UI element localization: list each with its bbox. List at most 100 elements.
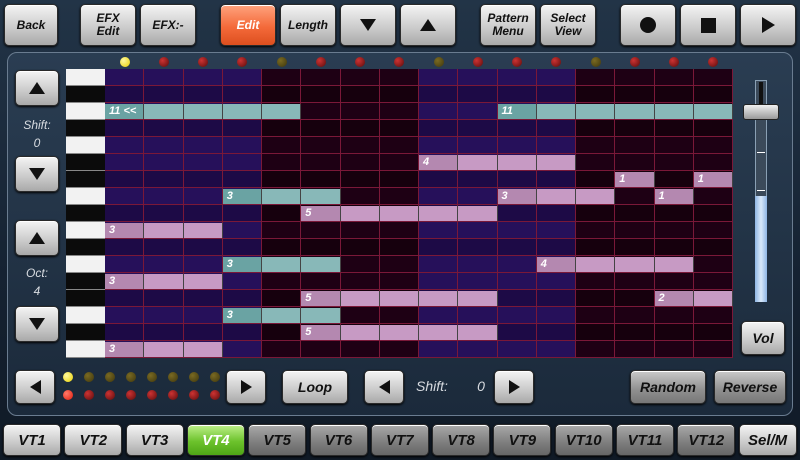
note-block[interactable] (183, 342, 223, 357)
grid-cell[interactable] (262, 341, 302, 358)
grid-cell[interactable] (576, 307, 616, 324)
piano-key[interactable] (66, 273, 105, 290)
grid-cell[interactable] (262, 290, 302, 307)
note-block[interactable] (301, 308, 341, 323)
grid-cell[interactable] (379, 239, 419, 256)
note-block[interactable] (379, 325, 419, 340)
grid-cell[interactable] (144, 290, 184, 307)
note-block[interactable] (419, 206, 459, 221)
grid-cell[interactable] (458, 222, 498, 239)
grid-cell[interactable] (105, 256, 145, 273)
grid-cell[interactable] (497, 256, 537, 273)
grid-cell[interactable] (222, 324, 262, 341)
note-block[interactable] (615, 104, 655, 119)
grid-cell[interactable] (144, 86, 184, 103)
back-button[interactable]: Back (4, 4, 58, 46)
grid-cell[interactable] (222, 273, 262, 290)
grid-cell[interactable] (615, 137, 655, 154)
note-block[interactable]: 3 (222, 257, 262, 272)
piano-key[interactable] (66, 307, 105, 324)
grid-cell[interactable] (379, 273, 419, 290)
note-block[interactable] (576, 189, 616, 204)
piano-key[interactable] (66, 188, 105, 205)
select-view-button[interactable]: Select View (540, 4, 596, 46)
grid-cell[interactable] (497, 222, 537, 239)
note-block[interactable] (144, 104, 184, 119)
note-block[interactable]: 1 (615, 172, 655, 187)
note-block[interactable] (576, 257, 616, 272)
piano-key[interactable] (66, 239, 105, 256)
grid-cell[interactable] (615, 154, 655, 171)
grid-cell[interactable] (458, 256, 498, 273)
piano-key[interactable] (66, 103, 105, 120)
track-tab-vt12[interactable]: VT12 (677, 424, 736, 456)
grid-cell[interactable] (693, 307, 733, 324)
efx-select-button[interactable]: EFX:- (140, 4, 196, 46)
grid-cell[interactable] (458, 137, 498, 154)
grid-cell[interactable] (654, 86, 694, 103)
grid-cell[interactable] (654, 120, 694, 137)
grid-cell[interactable] (222, 137, 262, 154)
grid-cell[interactable] (576, 120, 616, 137)
note-block[interactable] (183, 274, 223, 289)
grid-cell[interactable] (536, 341, 576, 358)
grid-cell[interactable] (301, 341, 341, 358)
grid-cell[interactable] (654, 154, 694, 171)
note-block[interactable] (301, 189, 341, 204)
piano-roll-grid[interactable]: 11 << 11 4 1 1 3 3 1 5 3 3 4 3 5 2 3 5 3 (105, 69, 733, 358)
note-block[interactable] (340, 291, 380, 306)
grid-cell[interactable] (497, 324, 537, 341)
grid-cell[interactable] (340, 171, 380, 188)
grid-cell[interactable] (615, 239, 655, 256)
track-tab-vt10[interactable]: VT10 (554, 424, 613, 456)
grid-cell[interactable] (262, 69, 302, 86)
note-block[interactable]: 11 (497, 104, 537, 119)
grid-cell[interactable] (458, 307, 498, 324)
grid-cell[interactable] (105, 205, 145, 222)
reverse-button[interactable]: Reverse (714, 370, 786, 404)
grid-cell[interactable] (654, 171, 694, 188)
grid-cell[interactable] (301, 120, 341, 137)
grid-cell[interactable] (615, 324, 655, 341)
piano-key[interactable] (66, 120, 105, 137)
grid-cell[interactable] (419, 120, 459, 137)
grid-cell[interactable] (615, 341, 655, 358)
grid-cell[interactable] (105, 154, 145, 171)
grid-cell[interactable] (379, 341, 419, 358)
grid-cell[interactable] (419, 86, 459, 103)
grid-cell[interactable] (183, 120, 223, 137)
note-block[interactable] (419, 291, 459, 306)
grid-cell[interactable] (105, 239, 145, 256)
track-tab-vt8[interactable]: VT8 (432, 424, 491, 456)
pattern-menu-button[interactable]: Pattern Menu (480, 4, 536, 46)
grid-cell[interactable] (340, 239, 380, 256)
grid-cell[interactable] (379, 69, 419, 86)
grid-cell[interactable] (458, 120, 498, 137)
note-block[interactable] (654, 257, 694, 272)
grid-cell[interactable] (105, 120, 145, 137)
note-block[interactable] (693, 291, 733, 306)
row-down-button[interactable] (340, 4, 396, 46)
grid-cell[interactable] (576, 222, 616, 239)
note-block[interactable]: 4 (419, 155, 459, 170)
grid-cell[interactable] (693, 86, 733, 103)
grid-cell[interactable] (576, 205, 616, 222)
grid-cell[interactable] (262, 120, 302, 137)
note-block[interactable] (458, 325, 498, 340)
grid-cell[interactable] (379, 137, 419, 154)
grid-cell[interactable] (183, 137, 223, 154)
grid-cell[interactable] (301, 69, 341, 86)
grid-cell[interactable] (576, 341, 616, 358)
note-block[interactable] (183, 104, 223, 119)
grid-cell[interactable] (183, 307, 223, 324)
pattern-next-button[interactable] (226, 370, 266, 404)
grid-cell[interactable] (183, 86, 223, 103)
row-up-button[interactable] (400, 4, 456, 46)
track-tab-vt11[interactable]: VT11 (616, 424, 674, 456)
grid-cell[interactable] (301, 137, 341, 154)
grid-cell[interactable] (340, 222, 380, 239)
note-block[interactable] (536, 189, 576, 204)
grid-cell[interactable] (301, 222, 341, 239)
track-tab-vt3[interactable]: VT3 (125, 424, 184, 456)
note-block[interactable] (262, 189, 302, 204)
